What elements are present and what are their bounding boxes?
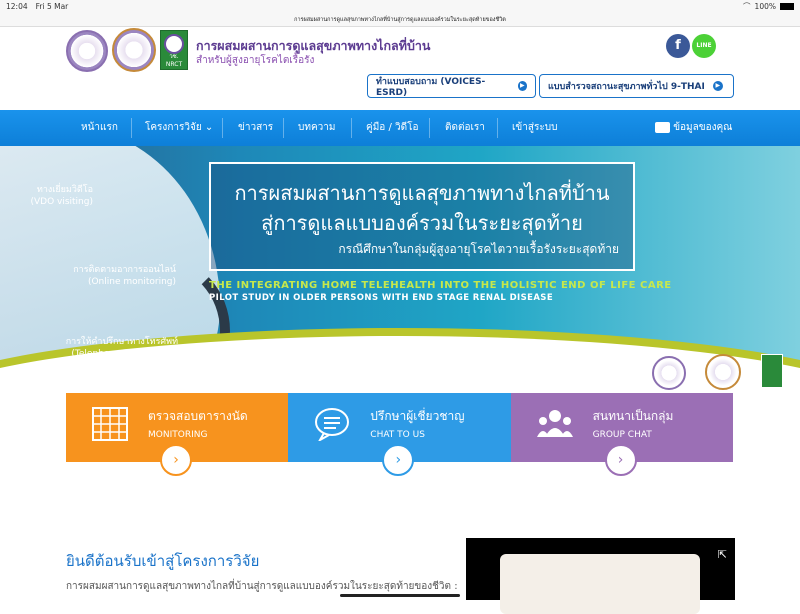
side-link-online-th: การติดตามอาการออนไลน์ [73, 265, 176, 275]
hero-banner: ทางเยี่ยมวิดีโอ (VDO visiting) การติดตามอ… [0, 146, 800, 396]
chevron-right-icon[interactable]: › [604, 444, 637, 476]
external-link-icon[interactable]: ⇱ [718, 548, 727, 561]
banner-headline-3: กรณีศึกษาในกลุ่มผู้สูงอายุโรคไตวายเรื้อร… [338, 242, 619, 256]
group-people-icon [536, 410, 573, 437]
survey-voices-label: ทำแบบสอบถาม (VOICES-ESRD) [376, 77, 486, 98]
status-bar: 12:04 Fri 5 Mar ⌒ 100% [0, 0, 800, 13]
welcome-title: ยินดีต้อนรับเข้าสู่โครงการวิจัย [66, 552, 260, 570]
chevron-down-icon: ⌄ [204, 122, 214, 133]
nav-contact[interactable]: ติดต่อเรา [445, 110, 485, 146]
home-indicator[interactable] [340, 594, 460, 597]
url-bar[interactable]: การผสมผสานการดูแลสุขภาพทางไกลที่บ้านสู่ก… [0, 13, 800, 27]
nav-articles[interactable]: บทความ [298, 110, 335, 146]
banner-headline-box: การผสมผสานการดูแลสุขภาพทางไกลที่บ้าน สู่… [209, 162, 635, 271]
chevron-right-icon[interactable]: › [160, 444, 192, 476]
side-link-telephone[interactable]: การให้คำปรึกษาทางโทรศัพท์ (Telephone coun… [66, 336, 178, 360]
video-player[interactable]: ⇱ [466, 538, 735, 614]
battery-icon [780, 3, 794, 10]
side-link-telephone-en: (Telephone counselling) [71, 349, 178, 359]
facebook-icon[interactable]: f [666, 34, 690, 58]
side-link-online[interactable]: การติดตามอาการออนไลน์ (Online monitoring) [73, 264, 176, 288]
nav-login[interactable]: เข้าสู่ระบบ [512, 110, 557, 146]
arrow-right-icon: ▶ [517, 81, 527, 91]
banner-faculty-logo [705, 354, 741, 390]
video-thumbnail [500, 554, 700, 614]
nrct-logo-text: วช. NRCT [165, 53, 183, 68]
card-chat-title: ปรึกษาผู้เชี่ยวชาญ [370, 409, 465, 423]
camera-icon [655, 121, 670, 133]
banner-nrct-logo [761, 354, 783, 388]
side-link-vdo-th: ทางเยี่ยมวิดีโอ [36, 185, 93, 195]
status-time: 12:04 [6, 2, 28, 11]
card-group-sub: GROUP CHAT [592, 430, 652, 440]
banner-english-title: THE INTEGRATING HOME TELEHEALTH INTO THE… [209, 280, 672, 291]
university-logo [66, 30, 108, 72]
nav-manual-video[interactable]: คู่มือ / วิดีโอ [366, 110, 419, 146]
welcome-subtitle: การผสมผสานการดูแลสุขภาพทางไกลที่บ้านสู่ก… [66, 581, 458, 592]
wifi-icon: ⌒ [743, 2, 751, 11]
nav-news[interactable]: ข่าวสาร [238, 110, 273, 146]
site-subtitle: สำหรับผู้สูงอายุโรคไตเรื้อรัง [196, 55, 315, 66]
nrct-logo: วช. NRCT [160, 30, 188, 70]
card-monitoring-sub: MONITORING [148, 430, 208, 440]
arrow-right-icon: ▶ [712, 81, 723, 91]
banner-university-logo [652, 356, 686, 390]
card-group-title: สนทนาเป็นกลุ่ม [592, 409, 674, 423]
carousel-indicator[interactable] [395, 345, 405, 347]
nav-research-label: โครงการวิจัย [145, 122, 202, 133]
survey-9thai-label: แบบสำรวจสถานะสุขภาพทั่วไป 9-THAI [548, 82, 705, 92]
url-bar-text: การผสมผสานการดูแลสุขภาพทางไกลที่บ้านสู่ก… [294, 17, 506, 23]
card-chat[interactable]: ปรึกษาผู้เชี่ยวชาญ CHAT TO US › [288, 393, 511, 476]
nav-profile-label: ข้อมูลของคุณ [673, 122, 733, 133]
survey-voices-button[interactable]: ทำแบบสอบถาม (VOICES-ESRD) ▶ [367, 74, 536, 98]
card-chat-sub: CHAT TO US [370, 430, 425, 440]
side-link-online-en: (Online monitoring) [87, 277, 176, 287]
calendar-grid-icon [92, 407, 128, 441]
nav-home[interactable]: หน้าแรก [81, 110, 118, 146]
faculty-logo [112, 28, 156, 72]
banner-headline-1: การผสมผสานการดูแลสุขภาพทางไกลที่บ้าน [234, 181, 610, 205]
card-group-chat[interactable]: สนทนาเป็นกลุ่ม GROUP CHAT › [510, 393, 733, 476]
banner-english-subtitle: PILOT STUDY IN OLDER PERSONS WITH END ST… [209, 293, 554, 303]
banner-headline-2: สู่การดูแลแบบองค์รวมในระยะสุดท้าย [261, 211, 583, 235]
main-nav: หน้าแรก โครงการวิจัย ⌄ ข่าวสาร บทความ คู… [0, 110, 800, 146]
status-date: Fri 5 Mar [35, 2, 69, 11]
line-icon[interactable]: LINE [692, 34, 716, 58]
survey-9thai-button[interactable]: แบบสำรวจสถานะสุขภาพทั่วไป 9-THAI ▶ [539, 74, 734, 98]
site-header: วช. NRCT การผสมผสานการดูแลสุขภาพทางไกลที… [0, 27, 800, 110]
card-monitoring[interactable]: ตรวจสอบตารางนัด MONITORING › [66, 393, 289, 476]
side-link-telephone-th: การให้คำปรึกษาทางโทรศัพท์ [65, 337, 178, 347]
side-link-vdo[interactable]: ทางเยี่ยมวิดีโอ (VDO visiting) [30, 184, 93, 208]
status-battery: 100% [754, 2, 776, 11]
card-monitoring-title: ตรวจสอบตารางนัด [148, 409, 248, 423]
quick-cards: ตรวจสอบตารางนัด MONITORING › ปรึกษาผู้เช… [66, 393, 733, 476]
side-link-vdo-en: (VDO visiting) [30, 197, 93, 207]
nav-research[interactable]: โครงการวิจัย ⌄ [145, 110, 213, 146]
nav-profile[interactable]: ข้อมูลของคุณ [655, 110, 732, 146]
chevron-right-icon[interactable]: › [382, 444, 415, 476]
chat-bubble-icon [315, 408, 350, 441]
